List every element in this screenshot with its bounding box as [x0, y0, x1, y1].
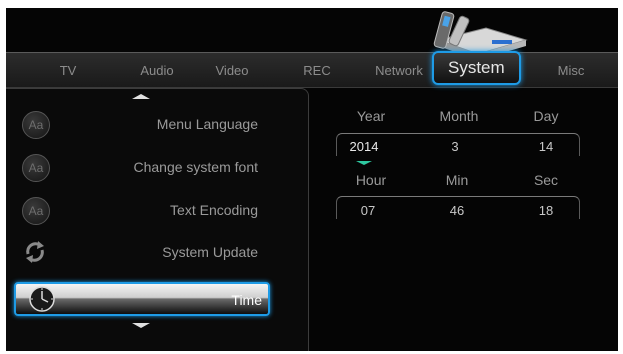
tab-rec[interactable]: REC [303, 63, 330, 78]
min-value[interactable]: 46 [450, 203, 464, 218]
menu-item-label: Text Encoding [170, 202, 258, 218]
font-aa-icon: Aa [22, 111, 50, 139]
menu-item-label: System Update [162, 244, 258, 260]
sec-value[interactable]: 18 [539, 203, 553, 218]
menu-item-time[interactable]: Time [14, 282, 270, 316]
min-header: Min [445, 172, 469, 188]
year-value[interactable]: 2014 [350, 139, 379, 154]
hour-header: Hour [355, 172, 387, 188]
day-header: Day [533, 108, 559, 124]
menu-item-change-system-font[interactable]: Aa Change system font [6, 149, 268, 187]
sec-header: Sec [533, 172, 559, 188]
refresh-icon [26, 241, 44, 263]
year-header: Year [356, 108, 386, 124]
month-value[interactable]: 3 [451, 139, 458, 154]
scroll-down-arrow-icon[interactable] [132, 323, 150, 328]
menu-item-text-encoding[interactable]: Aa Text Encoding [6, 192, 268, 230]
tab-system[interactable]: System [432, 51, 521, 85]
font-aa-icon: Aa [22, 154, 50, 182]
menu-item-menu-language[interactable]: Aa Menu Language [6, 106, 268, 144]
menu-item-label: Change system font [133, 159, 258, 175]
hour-value[interactable]: 07 [361, 203, 375, 218]
scroll-up-arrow-icon[interactable] [132, 94, 150, 99]
spinner-down-icon[interactable] [356, 161, 372, 165]
menu-item-label: Time [231, 292, 262, 308]
tab-network[interactable]: Network [375, 63, 423, 78]
tab-tv[interactable]: TV [60, 63, 77, 78]
screen: TV Audio Video REC Network System Misc A… [6, 8, 618, 351]
menu-item-label: Menu Language [156, 116, 258, 132]
tab-misc[interactable]: Misc [558, 63, 585, 78]
tab-audio[interactable]: Audio [140, 63, 173, 78]
tab-video[interactable]: Video [215, 63, 248, 78]
day-value[interactable]: 14 [539, 139, 553, 154]
clock-icon [29, 286, 55, 312]
month-header: Month [439, 108, 479, 124]
font-aa-icon: Aa [22, 197, 50, 225]
menu-item-system-update[interactable]: System Update [6, 234, 268, 272]
